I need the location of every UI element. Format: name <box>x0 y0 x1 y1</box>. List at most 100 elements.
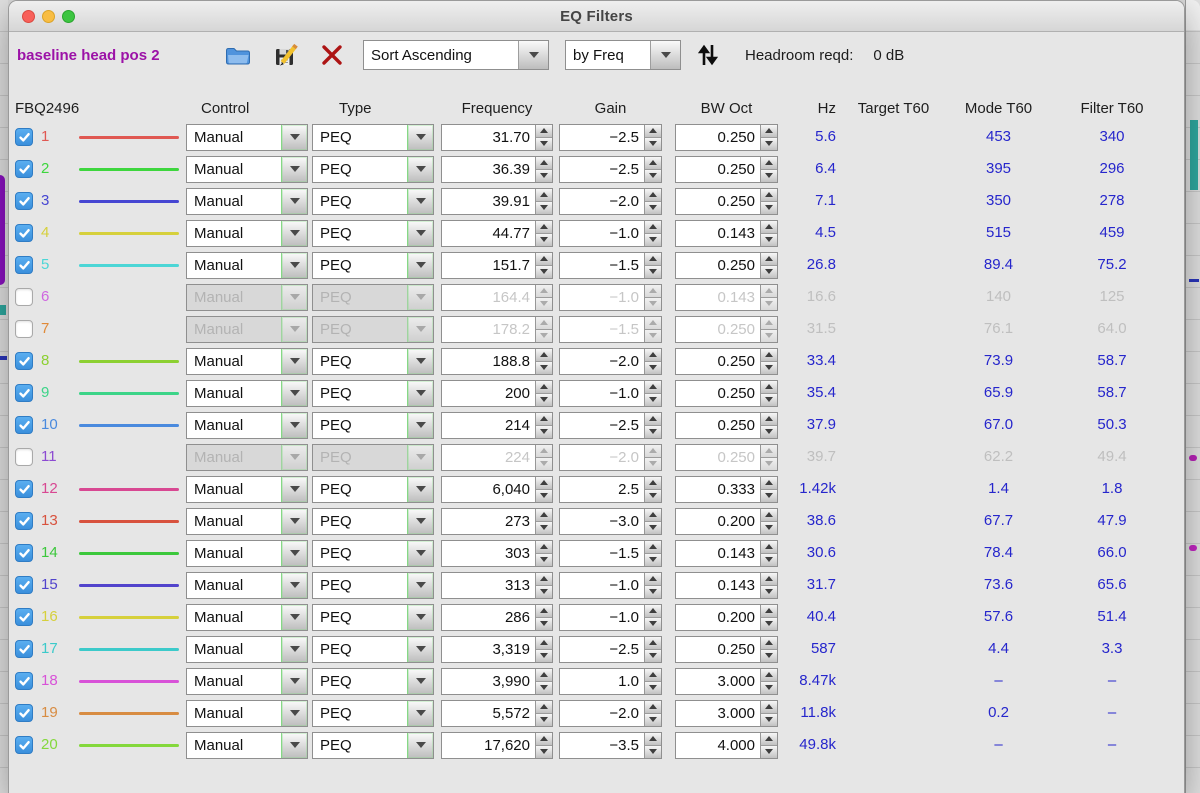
frequency-spinner[interactable]: 3,990 <box>441 668 553 695</box>
gain-spinner[interactable]: 2.5 <box>559 476 662 503</box>
frequency-input[interactable]: 214 <box>442 413 535 438</box>
gain-input[interactable]: −1.0 <box>560 221 644 246</box>
bw-oct-spinner[interactable]: 0.200 <box>675 604 778 631</box>
type-select[interactable]: PEQ <box>312 572 434 599</box>
spinner-up-button[interactable] <box>536 445 552 458</box>
spinner-up-button[interactable] <box>536 349 552 362</box>
type-select[interactable]: PEQ <box>312 540 434 567</box>
spinner-down-button[interactable] <box>761 746 777 758</box>
spinner-up-button[interactable] <box>761 125 777 138</box>
spinner-up-button[interactable] <box>536 637 552 650</box>
frequency-spinner[interactable]: 5,572 <box>441 700 553 727</box>
control-select[interactable]: Manual <box>186 572 308 599</box>
frequency-spinner[interactable]: 17,620 <box>441 732 553 759</box>
type-select[interactable]: PEQ <box>312 156 434 183</box>
filter-enable-checkbox[interactable] <box>15 288 33 306</box>
control-select[interactable]: Manual <box>186 668 308 695</box>
bw-oct-input[interactable]: 0.250 <box>676 189 760 214</box>
spinner-down-button[interactable] <box>645 138 661 150</box>
spinner-up-button[interactable] <box>761 637 777 650</box>
type-select[interactable]: PEQ <box>312 380 434 407</box>
spinner-down-button[interactable] <box>536 330 552 342</box>
spinner-down-button[interactable] <box>761 170 777 182</box>
spinner-down-button[interactable] <box>761 202 777 214</box>
spinner-down-button[interactable] <box>536 650 552 662</box>
gain-input[interactable]: −2.0 <box>560 445 644 470</box>
control-select[interactable]: Manual <box>186 380 308 407</box>
gain-spinner[interactable]: −2.0 <box>559 444 662 471</box>
filter-enable-checkbox[interactable] <box>15 256 33 274</box>
gain-spinner[interactable]: −3.5 <box>559 732 662 759</box>
sort-by-select[interactable]: by Freq <box>565 40 681 70</box>
type-select[interactable]: PEQ <box>312 316 434 343</box>
spinner-up-button[interactable] <box>645 605 661 618</box>
bw-oct-spinner[interactable]: 0.143 <box>675 220 778 247</box>
control-select[interactable]: Manual <box>186 508 308 535</box>
spinner-down-button[interactable] <box>536 522 552 534</box>
gain-input[interactable]: −3.5 <box>560 733 644 758</box>
frequency-input[interactable]: 36.39 <box>442 157 535 182</box>
type-select[interactable]: PEQ <box>312 508 434 535</box>
control-select[interactable]: Manual <box>186 444 308 471</box>
frequency-spinner[interactable]: 39.91 <box>441 188 553 215</box>
control-select[interactable]: Manual <box>186 188 308 215</box>
gain-input[interactable]: −1.5 <box>560 541 644 566</box>
frequency-input[interactable]: 31.70 <box>442 125 535 150</box>
control-select[interactable]: Manual <box>186 348 308 375</box>
open-folder-icon[interactable] <box>225 42 251 68</box>
delete-filter-icon[interactable] <box>319 42 345 68</box>
spinner-up-button[interactable] <box>645 477 661 490</box>
type-select[interactable]: PEQ <box>312 700 434 727</box>
gain-spinner[interactable]: −1.0 <box>559 284 662 311</box>
frequency-spinner[interactable]: 44.77 <box>441 220 553 247</box>
gain-input[interactable]: −2.5 <box>560 125 644 150</box>
bw-oct-input[interactable]: 0.250 <box>676 413 760 438</box>
spinner-down-button[interactable] <box>761 266 777 278</box>
bw-oct-input[interactable]: 0.200 <box>676 605 760 630</box>
gain-input[interactable]: −1.0 <box>560 605 644 630</box>
spinner-up-button[interactable] <box>761 221 777 234</box>
bw-oct-spinner[interactable]: 0.250 <box>675 380 778 407</box>
bw-oct-input[interactable]: 4.000 <box>676 733 760 758</box>
spinner-up-button[interactable] <box>536 573 552 586</box>
spinner-up-button[interactable] <box>536 477 552 490</box>
frequency-input[interactable]: 39.91 <box>442 189 535 214</box>
control-select[interactable]: Manual <box>186 316 308 343</box>
spinner-up-button[interactable] <box>536 413 552 426</box>
gain-spinner[interactable]: −1.5 <box>559 540 662 567</box>
frequency-spinner[interactable]: 164.4 <box>441 284 553 311</box>
gain-spinner[interactable]: −2.0 <box>559 348 662 375</box>
spinner-up-button[interactable] <box>761 477 777 490</box>
spinner-down-button[interactable] <box>761 330 777 342</box>
bw-oct-spinner[interactable]: 0.250 <box>675 348 778 375</box>
bw-oct-spinner[interactable]: 0.143 <box>675 540 778 567</box>
spinner-down-button[interactable] <box>536 426 552 438</box>
spinner-up-button[interactable] <box>761 381 777 394</box>
spinner-up-button[interactable] <box>761 157 777 170</box>
spinner-down-button[interactable] <box>761 490 777 502</box>
filter-enable-checkbox[interactable] <box>15 640 33 658</box>
filter-enable-checkbox[interactable] <box>15 448 33 466</box>
gain-input[interactable]: −1.5 <box>560 317 644 342</box>
spinner-up-button[interactable] <box>645 381 661 394</box>
control-select[interactable]: Manual <box>186 124 308 151</box>
spinner-down-button[interactable] <box>536 202 552 214</box>
bw-oct-spinner[interactable]: 3.000 <box>675 700 778 727</box>
frequency-spinner[interactable]: 36.39 <box>441 156 553 183</box>
spinner-up-button[interactable] <box>761 541 777 554</box>
filter-enable-checkbox[interactable] <box>15 544 33 562</box>
spinner-down-button[interactable] <box>536 746 552 758</box>
filter-enable-checkbox[interactable] <box>15 416 33 434</box>
type-select[interactable]: PEQ <box>312 604 434 631</box>
spinner-down-button[interactable] <box>645 554 661 566</box>
gain-spinner[interactable]: −1.0 <box>559 572 662 599</box>
spinner-up-button[interactable] <box>536 125 552 138</box>
gain-spinner[interactable]: −2.5 <box>559 156 662 183</box>
spinner-down-button[interactable] <box>536 554 552 566</box>
frequency-input[interactable]: 313 <box>442 573 535 598</box>
filter-enable-checkbox[interactable] <box>15 704 33 722</box>
frequency-input[interactable]: 5,572 <box>442 701 535 726</box>
spinner-up-button[interactable] <box>645 573 661 586</box>
gain-input[interactable]: −1.0 <box>560 285 644 310</box>
spinner-up-button[interactable] <box>645 669 661 682</box>
